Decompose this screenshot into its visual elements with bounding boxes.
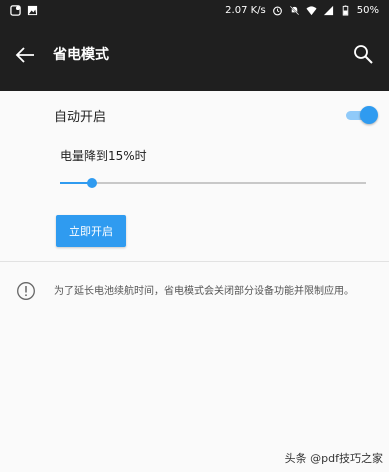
back-button[interactable] <box>12 42 38 68</box>
status-bar: 2.07 K/s 50% <box>0 0 389 20</box>
auto-enable-row[interactable]: 自动开启 <box>54 105 378 125</box>
toggle-thumb <box>360 106 378 124</box>
enable-now-button[interactable]: 立即开启 <box>56 215 126 247</box>
watermark: 头条 @pdf技巧之家 <box>284 452 383 465</box>
threshold-slider[interactable] <box>60 175 366 191</box>
network-speed: 2.07 K/s <box>225 4 266 16</box>
notification-icon <box>10 4 21 16</box>
info-icon <box>17 282 35 300</box>
signal-icon <box>323 5 333 15</box>
battery-percent: 50% <box>356 4 379 16</box>
threshold-label: 电量降到15%时 <box>60 149 147 163</box>
search-icon <box>354 45 373 64</box>
search-button[interactable] <box>349 40 377 68</box>
arrow-left-icon <box>15 47 34 63</box>
wifi-icon <box>306 5 317 15</box>
app-bar: 省电模式 <box>0 20 389 91</box>
info-description: 为了延长电池续航时间，省电模式会关闭部分设备功能并限制应用。 <box>54 286 354 297</box>
image-icon <box>27 5 38 15</box>
divider <box>0 261 389 262</box>
mute-bell-icon <box>289 5 299 15</box>
status-right: 2.07 K/s 50% <box>225 5 379 16</box>
slider-track <box>60 182 366 184</box>
slider-thumb[interactable] <box>87 178 98 188</box>
alarm-icon <box>272 6 282 15</box>
battery-icon <box>342 4 349 16</box>
page-title: 省电模式 <box>53 47 109 63</box>
status-left <box>10 4 38 16</box>
auto-enable-toggle[interactable] <box>346 106 378 124</box>
auto-enable-label: 自动开启 <box>54 109 107 125</box>
